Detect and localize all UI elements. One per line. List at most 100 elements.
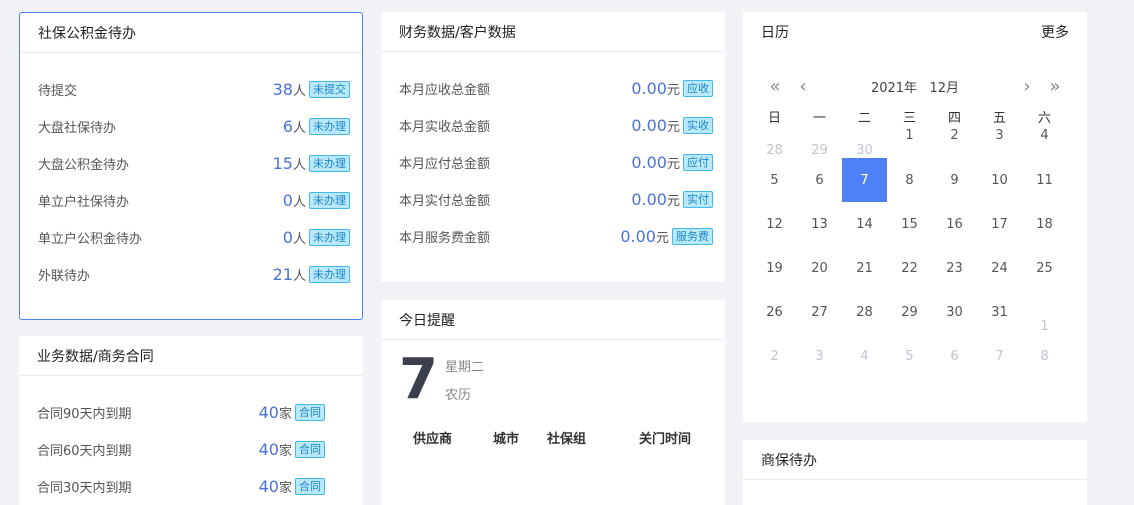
status-badge[interactable]: 未办理	[309, 265, 350, 283]
calendar-day[interactable]: 31	[977, 290, 1022, 334]
pending-row-unit: 人	[292, 120, 306, 136]
calendar-day[interactable]: 7	[977, 334, 1022, 378]
finance-badge[interactable]: 应付	[683, 153, 713, 171]
status-badge[interactable]: 未办理	[309, 228, 350, 246]
pending-card-title: 社保公积金待办	[38, 25, 136, 42]
next-month-icon[interactable]: ›	[1013, 76, 1041, 97]
calendar-day[interactable]: 11	[1022, 158, 1067, 202]
calendar-day[interactable]: 10	[977, 158, 1022, 202]
finance-badge[interactable]: 服务费	[672, 227, 713, 245]
calendar-day[interactable]: 12	[752, 202, 797, 246]
pending-row[interactable]: 大盘公积金待办 15 人 未办理	[38, 152, 350, 174]
calendar-week: 12 13 14 15 16 17 18	[752, 202, 1067, 246]
prev-year-icon[interactable]: «	[761, 76, 789, 97]
today-card: 今日提醒 7 星期二 农历 供应商 城市 社保组 关门时间	[381, 300, 725, 505]
calendar-day[interactable]: 28	[842, 290, 887, 334]
calendar-day[interactable]: 5	[887, 334, 932, 378]
calendar-day[interactable]: 28	[752, 128, 797, 158]
column-header: 城市	[493, 432, 520, 447]
calendar-day[interactable]: 21	[842, 246, 887, 290]
pending-row-label: 大盘社保待办	[38, 120, 117, 136]
pending-row-unit: 人	[292, 194, 306, 210]
insurance-card: 商保待办	[743, 440, 1087, 505]
finance-row[interactable]: 本月实付总金额 0.00 元 实付	[399, 188, 713, 210]
finance-row[interactable]: 本月服务费金额 0.00 元 服务费	[399, 225, 713, 247]
more-link[interactable]: 更多	[1041, 22, 1069, 42]
business-row-label: 合同60天内到期	[37, 443, 132, 459]
pending-row-unit: 人	[292, 231, 306, 247]
column-header: 关门时间	[639, 432, 692, 447]
calendar-day[interactable]: 24	[977, 246, 1022, 290]
pending-row[interactable]: 单立户公积金待办 0 人 未办理	[38, 226, 350, 248]
calendar-day[interactable]: 1	[1022, 290, 1067, 334]
status-badge[interactable]: 未办理	[309, 191, 350, 209]
calendar-day[interactable]: 15	[887, 202, 932, 246]
status-badge[interactable]: 未办理	[309, 154, 350, 172]
calendar-day[interactable]: 6	[797, 158, 842, 202]
pending-row-count: 21	[272, 264, 293, 284]
pending-row[interactable]: 单立户社保待办 0 人 未办理	[38, 189, 350, 211]
finance-row[interactable]: 本月应收总金额 0.00 元 应收	[399, 77, 713, 99]
calendar-day[interactable]: 22	[887, 246, 932, 290]
calendar-day[interactable]: 27	[797, 290, 842, 334]
calendar-day[interactable]: 30	[932, 290, 977, 334]
today-weekday: 星期二	[445, 360, 485, 375]
calendar-card: 日历 更多 « ‹ 2021年 12月 › » 日 一 二 三 四 五 六 28…	[743, 12, 1087, 422]
business-row[interactable]: 合同60天内到期 40 家 合同	[37, 438, 325, 460]
pending-row[interactable]: 待提交 38 人 未提交	[38, 78, 350, 100]
calendar-day[interactable]: 14	[842, 202, 887, 246]
finance-row-amount: 0.00	[631, 78, 667, 98]
calendar-day[interactable]: 3	[977, 128, 1022, 158]
status-badge[interactable]: 未办理	[309, 117, 350, 135]
finance-row-label: 本月实收总金额	[399, 119, 491, 135]
calendar-day[interactable]: 16	[932, 202, 977, 246]
finance-badge[interactable]: 应收	[683, 79, 713, 97]
calendar-day[interactable]: 9	[932, 158, 977, 202]
calendar-day[interactable]: 13	[797, 202, 842, 246]
calendar-day[interactable]: 29	[887, 290, 932, 334]
calendar-card-header: 日历 更多	[743, 12, 1087, 52]
calendar-day[interactable]: 8	[1022, 334, 1067, 378]
finance-row[interactable]: 本月实收总金额 0.00 元 实收	[399, 114, 713, 136]
calendar-day[interactable]: 23	[932, 246, 977, 290]
today-lunar: 农历	[445, 388, 472, 403]
finance-badge[interactable]: 实付	[683, 190, 713, 208]
calendar-day[interactable]: 26	[752, 290, 797, 334]
calendar-card-title: 日历	[761, 25, 789, 41]
calendar-day[interactable]: 1	[887, 128, 932, 158]
calendar-day[interactable]: 5	[752, 158, 797, 202]
column-header: 社保组	[547, 432, 587, 447]
calendar-day[interactable]: 2	[932, 128, 977, 158]
prev-month-icon[interactable]: ‹	[789, 76, 817, 97]
calendar-day-selected[interactable]: 7	[842, 158, 887, 202]
next-year-icon[interactable]: »	[1041, 76, 1069, 97]
pending-row-count: 6	[282, 116, 293, 136]
business-row[interactable]: 合同30天内到期 40 家 合同	[37, 475, 325, 497]
calendar-day[interactable]: 29	[797, 128, 842, 158]
calendar-day[interactable]: 4	[1022, 128, 1067, 158]
calendar-day[interactable]: 17	[977, 202, 1022, 246]
business-row[interactable]: 合同90天内到期 40 家 合同	[37, 401, 325, 423]
calendar-day[interactable]: 2	[752, 334, 797, 378]
pending-row[interactable]: 外联待办 21 人 未办理	[38, 263, 350, 285]
finance-row[interactable]: 本月应付总金额 0.00 元 应付	[399, 151, 713, 173]
status-badge[interactable]: 未提交	[309, 80, 350, 98]
calendar-day[interactable]: 6	[932, 334, 977, 378]
finance-badge[interactable]: 实收	[683, 116, 713, 134]
pending-row[interactable]: 大盘社保待办 6 人 未办理	[38, 115, 350, 137]
calendar-day[interactable]: 25	[1022, 246, 1067, 290]
calendar-day[interactable]: 3	[797, 334, 842, 378]
contract-badge[interactable]: 合同	[295, 477, 325, 495]
calendar-day[interactable]: 4	[842, 334, 887, 378]
calendar-day[interactable]: 8	[887, 158, 932, 202]
pending-row-count: 0	[282, 227, 293, 247]
calendar-day[interactable]: 20	[797, 246, 842, 290]
calendar-day[interactable]: 30	[842, 128, 887, 158]
calendar-day[interactable]: 19	[752, 246, 797, 290]
contract-badge[interactable]: 合同	[295, 440, 325, 458]
pending-card-header: 社保公积金待办	[20, 13, 362, 53]
finance-row-label: 本月实付总金额	[399, 193, 491, 209]
contract-badge[interactable]: 合同	[295, 403, 325, 421]
business-row-label: 合同30天内到期	[37, 480, 132, 496]
calendar-day[interactable]: 18	[1022, 202, 1067, 246]
